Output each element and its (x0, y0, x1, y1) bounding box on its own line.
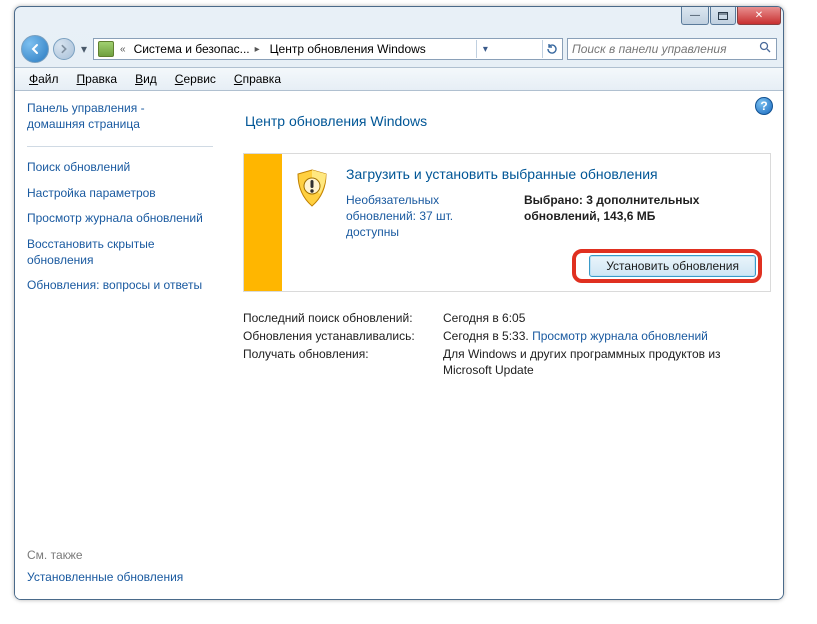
maximize-button[interactable] (710, 7, 736, 25)
breadcrumb-seg-1[interactable]: Система и безопас... ▸ (132, 41, 264, 57)
breadcrumb-label: Система и безопас... (134, 42, 250, 56)
info-rows: Последний поиск обновлений: Сегодня в 6:… (243, 310, 771, 379)
info-row-source: Получать обновления: Для Windows и други… (243, 346, 771, 378)
navigation-row: ▾ « Система и безопас... ▸ Центр обновле… (15, 33, 783, 67)
close-button[interactable]: ✕ (737, 7, 781, 25)
sidebar-item-faq[interactable]: Обновления: вопросы и ответы (27, 278, 213, 294)
menu-edit[interactable]: Правка (69, 70, 126, 88)
titlebar: — ✕ (15, 7, 783, 33)
sidebar-item-restore-hidden[interactable]: Восстановить скрытые обновления (27, 237, 213, 268)
info-value: Сегодня в 5:33. (443, 329, 529, 343)
chevron-right-icon: ▸ (253, 44, 262, 55)
control-panel-icon (98, 41, 114, 57)
sidebar: Панель управления - домашняя страница По… (15, 91, 225, 600)
address-dropdown[interactable]: ▾ (476, 40, 494, 58)
forward-button[interactable] (53, 38, 75, 60)
window-frame: — ✕ ▾ « Система и безопас... ▸ Центр обн… (14, 6, 784, 600)
minimize-button[interactable]: — (681, 7, 709, 25)
install-updates-button[interactable]: Установить обновления (589, 255, 756, 277)
sidebar-item-settings[interactable]: Настройка параметров (27, 186, 213, 202)
menu-tools[interactable]: Сервис (167, 70, 224, 88)
menu-view[interactable]: Вид (127, 70, 165, 88)
updates-status-box: Загрузить и установить выбранные обновле… (243, 153, 771, 292)
selected-updates-summary: Выбрано: 3 дополнительных обновлений, 14… (524, 192, 699, 241)
page-title: Центр обновления Windows (245, 113, 771, 129)
info-value: Для Windows и других программных продукт… (443, 346, 723, 378)
info-row-last-check: Последний поиск обновлений: Сегодня в 6:… (243, 310, 771, 326)
sidebar-item-search-updates[interactable]: Поиск обновлений (27, 160, 213, 176)
sidebar-item-installed-updates[interactable]: Установленные обновления (27, 570, 213, 586)
breadcrumb-seg-2[interactable]: Центр обновления Windows (268, 41, 428, 57)
sidebar-item-history[interactable]: Просмотр журнала обновлений (27, 211, 213, 227)
refresh-button[interactable] (542, 40, 560, 58)
history-link[interactable]: Просмотр журнала обновлений (532, 329, 708, 343)
info-label: Обновления устанавливались: (243, 328, 443, 344)
help-icon[interactable]: ? (755, 97, 773, 115)
address-bar[interactable]: « Система и безопас... ▸ Центр обновлени… (93, 38, 563, 60)
breadcrumb-overflow-icon[interactable]: « (118, 44, 128, 55)
breadcrumb-label: Центр обновления Windows (270, 42, 426, 56)
sidebar-home-link[interactable]: Панель управления - домашняя страница (27, 101, 213, 132)
search-placeholder: Поиск в панели управления (572, 42, 727, 56)
menu-file[interactable]: Файл (21, 70, 67, 88)
shield-warning-icon (282, 154, 342, 291)
updates-box-title: Загрузить и установить выбранные обновле… (346, 166, 756, 182)
nav-history-dropdown[interactable]: ▾ (79, 42, 89, 56)
divider (27, 146, 213, 147)
content-area: ? Центр обновления Windows (225, 91, 783, 600)
status-stripe (244, 154, 282, 291)
search-input[interactable]: Поиск в панели управления (567, 38, 777, 60)
info-label: Последний поиск обновлений: (243, 310, 443, 326)
info-label: Получать обновления: (243, 346, 443, 378)
menu-help[interactable]: Справка (226, 70, 289, 88)
menu-bar: Файл Правка Вид Сервис Справка (15, 67, 783, 91)
info-row-last-install: Обновления устанавливались: Сегодня в 5:… (243, 328, 771, 344)
back-button[interactable] (21, 35, 49, 63)
info-value: Сегодня в 6:05 (443, 310, 525, 326)
search-icon (759, 41, 772, 57)
see-also-label: См. также (27, 548, 213, 562)
optional-updates-link[interactable]: Необязательных обновлений: 37 шт. доступ… (346, 192, 506, 241)
